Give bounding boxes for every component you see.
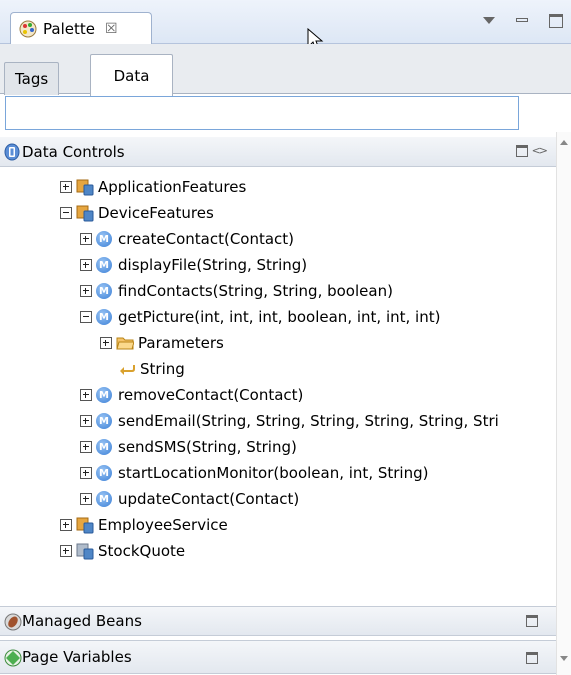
method-icon: M xyxy=(96,439,112,455)
managed-beans-maximize-icon[interactable] xyxy=(526,615,538,627)
tree-item-label: Parameters xyxy=(138,334,224,352)
tree-item-label: StockQuote xyxy=(98,542,186,560)
tree-item-label: getPicture(int, int, int, boolean, int, … xyxy=(118,308,441,326)
tree-item-label: displayFile(String, String) xyxy=(118,256,308,274)
tree-item-method[interactable]: M sendEmail(String, String, String, Stri… xyxy=(80,408,499,434)
tab-tags-label: Tags xyxy=(15,70,49,88)
page-variables-icon xyxy=(4,649,22,667)
expand-icon[interactable] xyxy=(60,545,72,557)
page-variables-header[interactable]: Page Variables xyxy=(0,640,556,674)
tree-item-label: createContact(Contact) xyxy=(118,230,295,248)
collapse-icon[interactable] xyxy=(80,311,92,323)
tree-item-method[interactable]: M displayFile(String, String) xyxy=(80,252,307,278)
tree-item-method[interactable]: M sendSMS(String, String) xyxy=(80,434,297,460)
scroll-up-icon[interactable] xyxy=(560,140,568,145)
tree-item-employeeservice[interactable]: EmployeeService xyxy=(60,512,228,538)
tree-item-label: updateContact(Contact) xyxy=(118,490,300,508)
method-icon: M xyxy=(96,465,112,481)
tree-item-label: sendSMS(String, String) xyxy=(118,438,297,456)
tree-item-method[interactable]: M getPicture(int, int, int, boolean, int… xyxy=(80,304,440,330)
page-variables-maximize-icon[interactable] xyxy=(526,652,538,664)
palette-search-input[interactable] xyxy=(5,96,519,130)
tree-item-label: String xyxy=(140,360,185,378)
tree-item-label: EmployeeService xyxy=(98,516,228,534)
close-view-icon[interactable]: ☒ xyxy=(105,21,118,37)
expand-icon[interactable] xyxy=(80,493,92,505)
tree-item-devicefeatures[interactable]: DeviceFeatures xyxy=(60,200,214,226)
method-icon: M xyxy=(96,387,112,403)
data-controls-tree: ApplicationFeatures DeviceFeatures M cre… xyxy=(0,172,556,582)
tree-item-method[interactable]: M findContacts(String, String, boolean) xyxy=(80,278,393,304)
data-control-icon xyxy=(76,205,94,222)
tree-item-method[interactable]: M createContact(Contact) xyxy=(80,226,294,252)
method-icon: M xyxy=(96,257,112,273)
expand-icon[interactable] xyxy=(80,415,92,427)
expand-icon[interactable] xyxy=(80,467,92,479)
vertical-scrollbar[interactable] xyxy=(556,132,571,675)
managed-beans-header[interactable]: Managed Beans xyxy=(0,606,556,636)
tree-item-return-type[interactable]: String xyxy=(118,356,185,382)
tree-item-applicationfeatures[interactable]: ApplicationFeatures xyxy=(60,174,246,200)
data-control-icon xyxy=(76,517,94,534)
expand-icon[interactable] xyxy=(80,259,92,271)
data-controls-icon xyxy=(4,143,20,161)
data-control-icon xyxy=(76,543,94,560)
method-icon: M xyxy=(96,491,112,507)
managed-beans-icon xyxy=(4,613,22,631)
tree-item-label: DeviceFeatures xyxy=(98,204,214,222)
return-arrow-icon xyxy=(120,365,135,375)
method-icon: M xyxy=(96,231,112,247)
method-icon: M xyxy=(96,309,112,325)
tree-item-stockquote[interactable]: StockQuote xyxy=(60,538,185,564)
tab-tags[interactable]: Tags xyxy=(4,62,60,95)
tab-data-label: Data xyxy=(113,66,150,85)
tree-item-label: startLocationMonitor(boolean, int, Strin… xyxy=(118,464,429,482)
scroll-down-icon[interactable] xyxy=(560,656,568,661)
palette-subtab-bar xyxy=(0,44,571,94)
tree-item-label: sendEmail(String, String, String, String… xyxy=(118,412,499,430)
palette-tab-label: Palette xyxy=(43,20,95,38)
expand-icon[interactable] xyxy=(80,441,92,453)
method-icon: M xyxy=(96,413,112,429)
palette-view-tab[interactable]: Palette ☒ xyxy=(10,12,152,45)
folder-icon xyxy=(116,337,134,350)
tree-item-label: findContacts(String, String, boolean) xyxy=(118,282,393,300)
tree-item-method[interactable]: M removeContact(Contact) xyxy=(80,382,303,408)
view-controls xyxy=(483,14,563,28)
expand-icon[interactable] xyxy=(80,233,92,245)
tree-item-method[interactable]: M startLocationMonitor(boolean, int, Str… xyxy=(80,460,428,486)
expand-icon[interactable] xyxy=(60,519,72,531)
maximize-icon[interactable] xyxy=(549,14,563,28)
tree-item-label: ApplicationFeatures xyxy=(98,178,247,196)
view-menu-icon[interactable] xyxy=(483,17,495,24)
minimize-icon[interactable] xyxy=(515,14,529,28)
expand-icon[interactable] xyxy=(100,337,112,349)
data-control-icon xyxy=(76,179,94,196)
palette-icon xyxy=(19,20,37,38)
data-controls-label: Data Controls xyxy=(22,142,125,161)
page-variables-label: Page Variables xyxy=(22,648,132,666)
expand-icon[interactable] xyxy=(80,285,92,297)
data-controls-maximize-icon[interactable] xyxy=(516,145,528,157)
data-controls-header[interactable]: Data Controls <> xyxy=(0,137,556,167)
collapse-icon[interactable] xyxy=(60,207,72,219)
view-tab-bar: Palette ☒ xyxy=(0,0,571,45)
expand-icon[interactable] xyxy=(80,389,92,401)
data-controls-collapse-icon[interactable]: <> xyxy=(532,144,549,157)
managed-beans-label: Managed Beans xyxy=(22,612,142,630)
tree-item-method[interactable]: M updateContact(Contact) xyxy=(80,486,299,512)
expand-icon[interactable] xyxy=(60,181,72,193)
tree-item-parameters[interactable]: Parameters xyxy=(100,330,224,356)
tree-item-label: removeContact(Contact) xyxy=(118,386,304,404)
method-icon: M xyxy=(96,283,112,299)
tab-data[interactable]: Data xyxy=(90,54,173,96)
